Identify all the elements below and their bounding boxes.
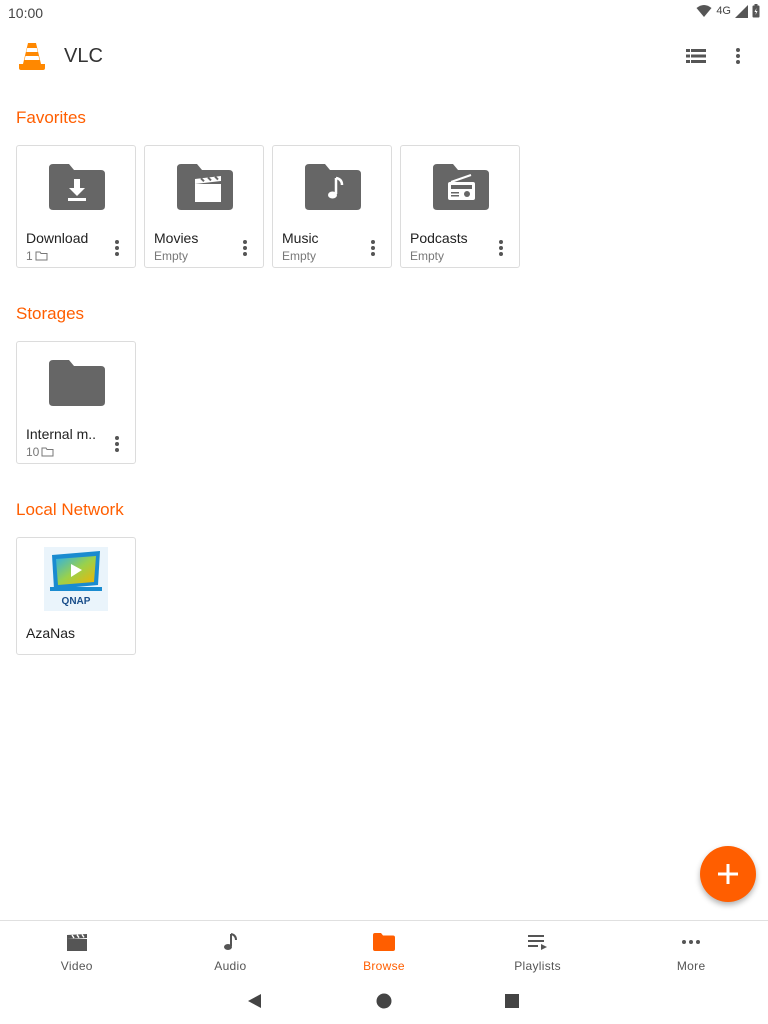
nav-video[interactable]: Video <box>0 921 154 978</box>
folder-podcast-icon <box>433 164 489 210</box>
cell-signal-icon <box>735 4 748 18</box>
nav-browse[interactable]: Browse <box>307 921 461 978</box>
card-subtitle: Empty <box>154 249 188 263</box>
empty-label: Empty <box>410 249 445 263</box>
card-more-button[interactable] <box>237 238 253 258</box>
system-navigation-bar <box>0 978 768 1024</box>
more-horiz-icon <box>679 931 703 953</box>
music-note-icon <box>218 931 242 953</box>
vlc-app: 10:00 4G VLC Favorites Download 1 Movies… <box>0 0 768 1024</box>
card-more-button[interactable] <box>493 238 509 258</box>
folder-movies-icon <box>177 164 233 210</box>
nav-audio[interactable]: Audio <box>154 921 308 978</box>
network-type-label: 4G <box>716 5 731 17</box>
wifi-icon <box>696 5 712 17</box>
more-vert-icon <box>736 48 740 64</box>
empty-label: Empty <box>154 249 189 263</box>
small-folder-icon <box>41 447 54 457</box>
qnap-nas-logo: QNAP <box>44 547 108 611</box>
card-title: Music <box>282 230 319 246</box>
folder-music-icon <box>305 164 361 210</box>
card-subtitle: Empty <box>282 249 316 263</box>
nav-label: Audio <box>214 959 247 973</box>
app-title: VLC <box>64 45 103 67</box>
nav-more[interactable]: More <box>614 921 768 978</box>
card-more-button[interactable] <box>365 238 381 258</box>
qnap-logo-text: QNAP <box>62 596 91 607</box>
recents-icon[interactable] <box>503 992 521 1010</box>
status-icons: 4G <box>696 4 760 18</box>
favorites-grid: Download 1 Movies Empty Music Empty Podc… <box>16 145 520 268</box>
small-folder-icon <box>35 251 48 261</box>
vlc-cone-logo <box>19 43 45 70</box>
nav-label: Video <box>60 959 93 973</box>
display-mode-button[interactable] <box>684 44 708 68</box>
card-subtitle: 10 <box>26 445 54 459</box>
more-vert-icon <box>115 436 119 452</box>
bottom-navigation: Video Audio Browse Playlists More <box>0 920 768 978</box>
movie-icon <box>65 931 89 953</box>
favorite-card-podcasts[interactable]: Podcasts Empty <box>400 145 520 268</box>
empty-label: Empty <box>282 249 317 263</box>
folder-icon <box>372 931 396 953</box>
card-subtitle: 1 <box>26 249 48 263</box>
favorite-card-music[interactable]: Music Empty <box>272 145 392 268</box>
network-grid: QNAP AzaNas <box>16 537 136 655</box>
storage-card-internal[interactable]: Internal m.. 10 <box>16 341 136 464</box>
card-subtitle: Empty <box>410 249 444 263</box>
more-vert-icon <box>499 240 503 256</box>
favorite-card-download[interactable]: Download 1 <box>16 145 136 268</box>
folder-download-icon <box>49 164 105 210</box>
more-vert-icon <box>243 240 247 256</box>
network-card-title: AzaNas <box>26 625 76 641</box>
card-title: Download <box>26 230 89 246</box>
local-network-section-title: Local Network <box>16 500 124 519</box>
back-icon[interactable] <box>246 992 264 1010</box>
card-more-button[interactable] <box>109 434 125 454</box>
more-vert-icon <box>115 240 119 256</box>
more-vert-icon <box>371 240 375 256</box>
storages-section-title: Storages <box>16 304 85 323</box>
status-bar: 10:00 4G <box>0 0 768 26</box>
nav-label: Browse <box>363 959 405 973</box>
card-title: Movies <box>154 230 199 246</box>
card-title: Internal m.. <box>26 426 97 442</box>
playlist-icon <box>526 931 550 953</box>
card-title: Podcasts <box>410 230 468 246</box>
folder-count: 1 <box>26 249 33 263</box>
list-view-icon <box>686 49 706 63</box>
storages-grid: Internal m.. 10 <box>16 341 136 464</box>
add-button[interactable] <box>700 846 756 902</box>
nav-label: More <box>676 959 706 973</box>
overflow-menu-button[interactable] <box>726 44 750 68</box>
network-card-azanas[interactable]: QNAP AzaNas <box>16 537 136 655</box>
battery-icon <box>752 4 760 18</box>
folder-count: 10 <box>26 445 40 459</box>
nav-label: Playlists <box>514 959 561 973</box>
app-toolbar: VLC <box>0 26 768 86</box>
folder-icon <box>49 360 105 406</box>
nav-playlists[interactable]: Playlists <box>461 921 615 978</box>
plus-icon <box>718 864 738 884</box>
home-icon[interactable] <box>375 992 393 1010</box>
status-time: 10:00 <box>8 5 44 21</box>
favorite-card-movies[interactable]: Movies Empty <box>144 145 264 268</box>
card-more-button[interactable] <box>109 238 125 258</box>
favorites-section-title: Favorites <box>16 108 86 127</box>
